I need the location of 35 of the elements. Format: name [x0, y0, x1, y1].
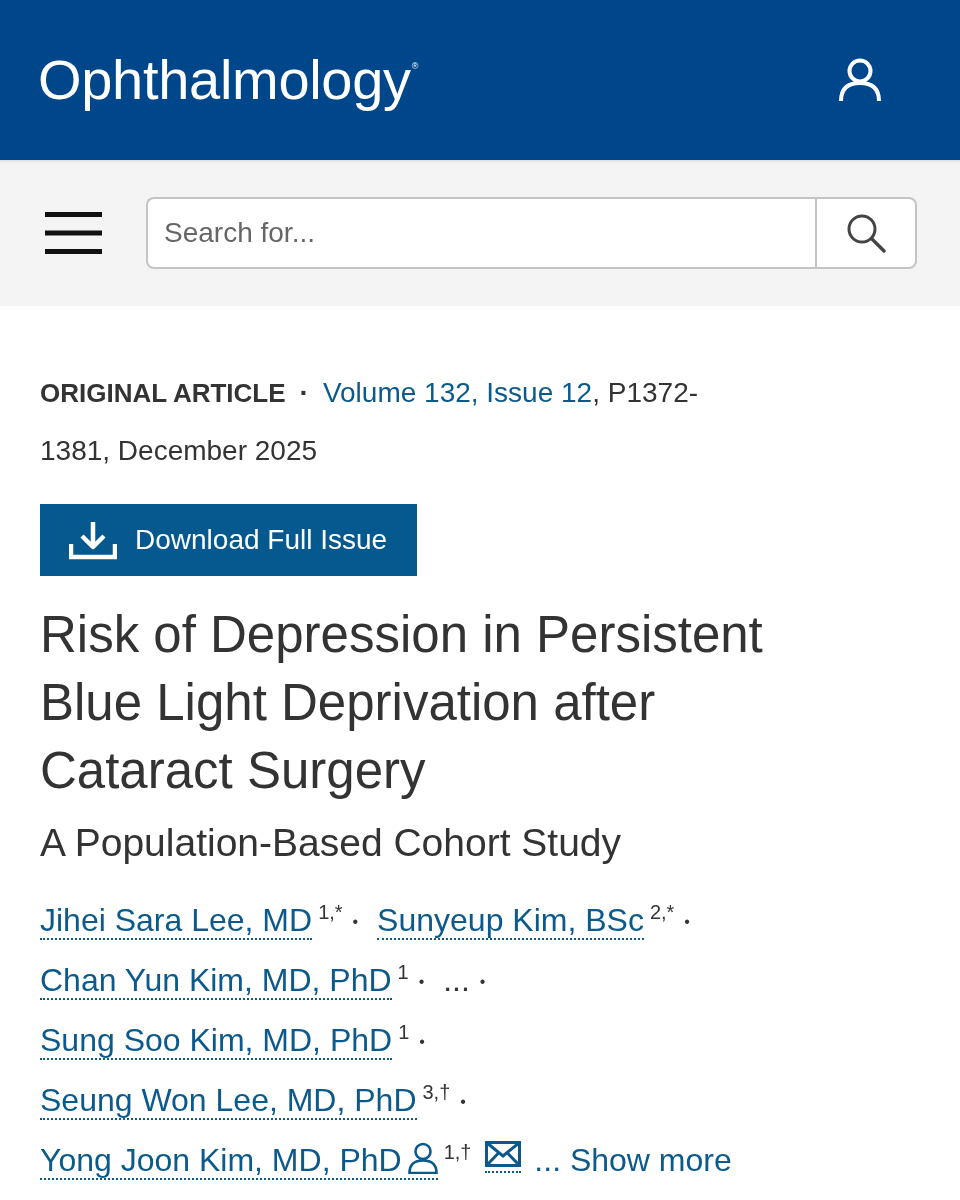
affiliation-mark: 2,*	[649, 901, 675, 923]
journal-logo[interactable]: Ophthalmology	[38, 49, 411, 111]
affiliation-mark: 1,*	[318, 901, 343, 923]
separator-dot: •	[460, 1093, 466, 1110]
registered-mark: ®	[411, 61, 419, 71]
author-link[interactable]: Seung Won Lee, MD, PhD	[40, 1082, 417, 1120]
author-link[interactable]: Sunyeup Kim, BSc	[377, 902, 644, 940]
show-more-button[interactable]: ... Show more	[534, 1140, 732, 1180]
search-button[interactable]	[815, 197, 917, 269]
envelope-icon	[485, 1141, 522, 1167]
article-subtitle: A Population-Based Cohort Study	[40, 820, 623, 866]
separator-dot: •	[352, 913, 359, 930]
download-button[interactable]: Download Full Issue	[40, 504, 418, 576]
download-icon	[69, 520, 117, 560]
issue-link[interactable]: Volume 132, Issue 12	[322, 377, 593, 408]
account-button[interactable]	[838, 57, 882, 103]
separator-dot: •	[479, 973, 486, 990]
affiliation-mark: 1	[397, 961, 409, 983]
author-link[interactable]: Jihei Sara Lee, MD	[40, 902, 313, 940]
search-field[interactable]: Search for...	[146, 197, 815, 269]
email-link[interactable]	[485, 1141, 522, 1173]
affiliation-mark: 1	[398, 1021, 410, 1043]
citation-line: ORIGINAL ARTICLE · Volume 132, Issue 12, P1372-1381, December 2025	[40, 376, 700, 468]
author-link[interactable]: Sung Soo Kim, MD, PhD	[40, 1022, 393, 1060]
omitted-authors: ...	[443, 962, 470, 998]
separator-dot: •	[684, 913, 690, 930]
separator-dot: •	[419, 1033, 425, 1050]
menu-button[interactable]	[45, 212, 102, 254]
affiliation-mark: 3,†	[422, 1081, 451, 1103]
search-icon	[846, 213, 886, 253]
affiliation-mark: 1,†	[443, 1141, 472, 1163]
separator-dot: •	[418, 973, 425, 990]
author-link[interactable]: Yong Joon Kim, MD, PhD	[40, 1142, 438, 1180]
author-link[interactable]: Chan Yun Kim, MD, PhD	[40, 962, 392, 1000]
article-title: Risk of Depression in Persistent Blue Light Deprivation after Cataract Surgery	[40, 605, 764, 801]
